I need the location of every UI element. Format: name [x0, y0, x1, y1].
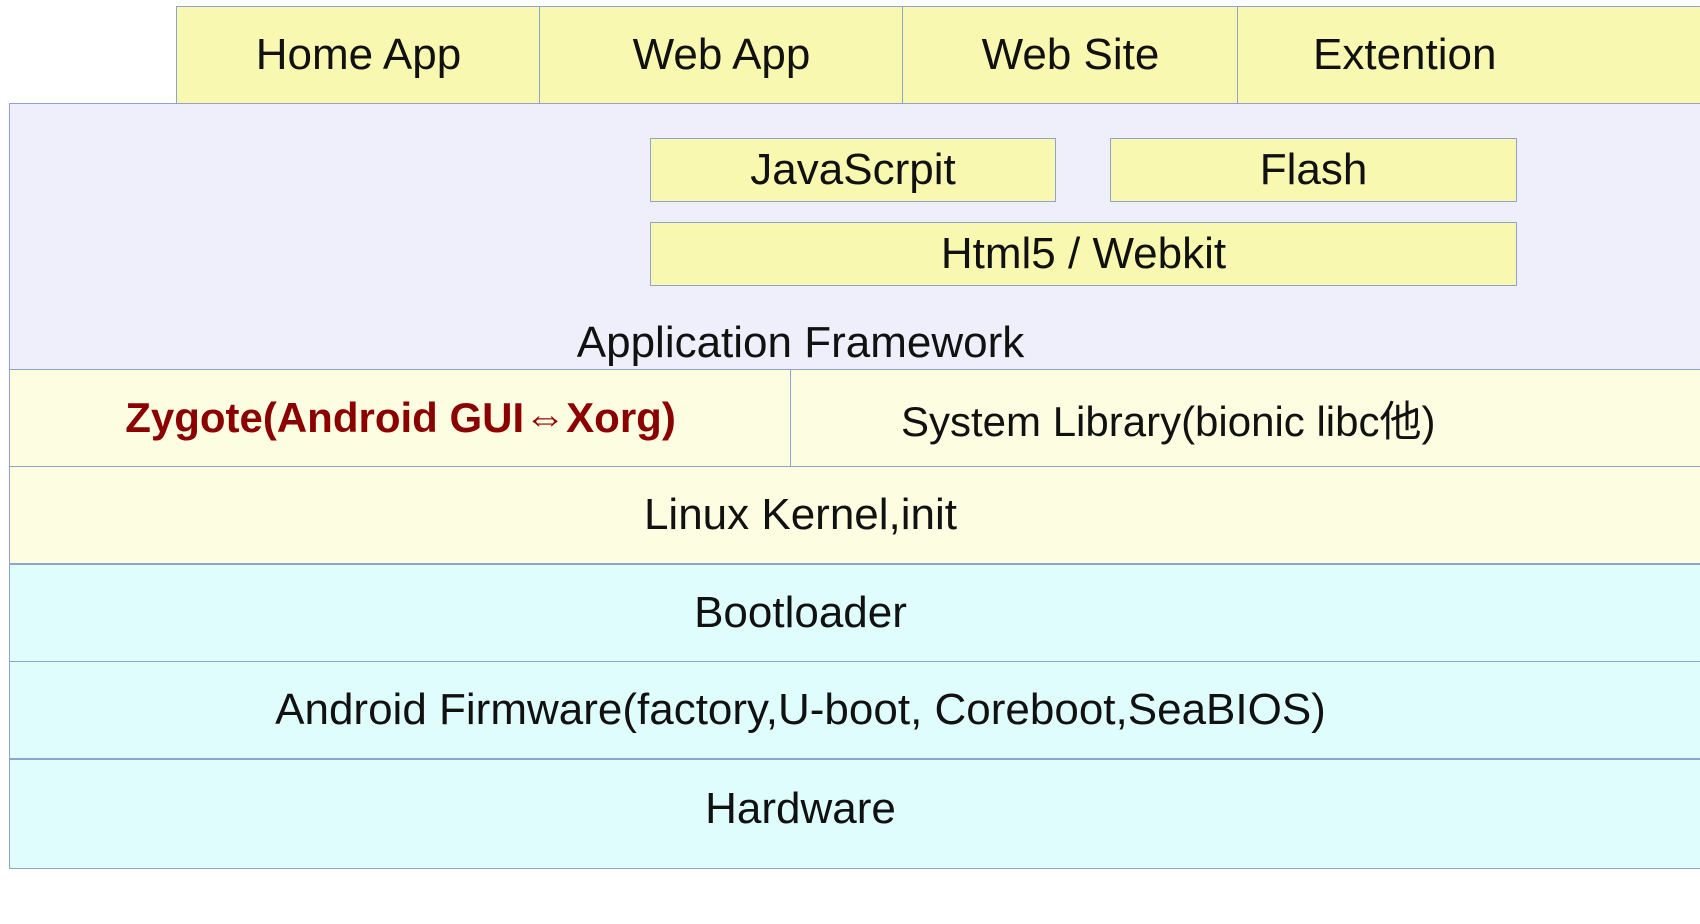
system-library-box: System Library(bionic libc他)	[790, 369, 1700, 467]
home-app-label: Home App	[255, 30, 462, 79]
home-app-box: Home App	[176, 6, 541, 104]
webkit-box: Html5 / Webkit	[650, 222, 1517, 286]
linux-kernel-layer: Linux Kernel,init	[9, 466, 1700, 564]
extention-box: Extention	[1237, 6, 1700, 104]
linux-kernel-label: Linux Kernel,init	[643, 490, 958, 539]
android-firmware-layer: Android Firmware(factory,U-boot, Coreboo…	[9, 661, 1700, 759]
zygote-label: Zygote(Android GUI⇔Xorg)	[125, 394, 676, 441]
extention-label: Extention	[1313, 30, 1497, 79]
zygote-box: Zygote(Android GUI⇔Xorg)	[9, 369, 792, 467]
javascript-label: JavaScrpit	[750, 145, 956, 194]
hardware-label: Hardware	[705, 784, 896, 833]
web-app-box: Web App	[539, 6, 904, 104]
flash-box: Flash	[1110, 138, 1517, 202]
web-site-label: Web Site	[981, 30, 1160, 79]
javascript-box: JavaScrpit	[650, 138, 1056, 202]
android-firmware-label: Android Firmware(factory,U-boot, Coreboo…	[275, 685, 1326, 734]
system-library-label: System Library(bionic libc他)	[901, 397, 1436, 445]
bootloader-label: Bootloader	[694, 588, 907, 637]
webkit-label: Html5 / Webkit	[940, 229, 1227, 278]
bootloader-layer: Bootloader	[9, 564, 1700, 662]
hardware-layer: Hardware	[9, 759, 1700, 869]
web-site-box: Web Site	[902, 6, 1239, 104]
flash-label: Flash	[1259, 145, 1368, 194]
web-app-label: Web App	[632, 30, 811, 79]
application-framework-label: Application Framework	[576, 318, 1025, 367]
